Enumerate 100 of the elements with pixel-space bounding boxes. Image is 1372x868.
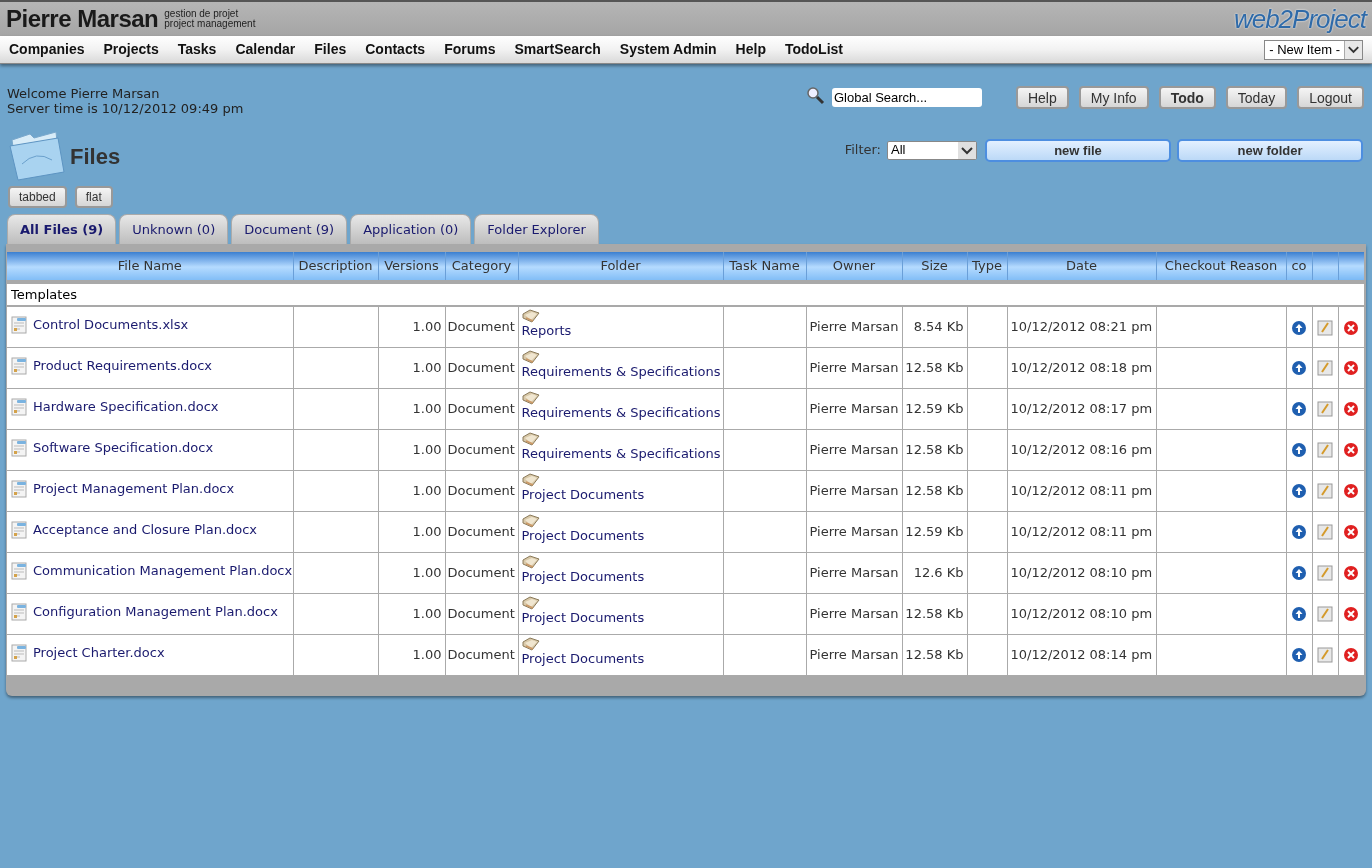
edit-icon[interactable] [1317, 483, 1333, 500]
checkout-icon[interactable] [1291, 401, 1307, 418]
table-cell: 10/12/2012 08:18 pm [1007, 347, 1156, 388]
table-cell: 10/12/2012 08:10 pm [1007, 593, 1156, 634]
delete-icon[interactable] [1343, 360, 1360, 377]
edit-icon[interactable] [1317, 647, 1333, 664]
file-link[interactable]: Communication Management Plan.docx [33, 560, 293, 581]
tab[interactable]: All Files (9) [7, 214, 117, 244]
nav-link[interactable]: Contacts [365, 39, 426, 60]
table-cell: Pierre Marsan [806, 593, 902, 634]
table-cell: Document [445, 388, 518, 429]
nav-link[interactable]: Companies [9, 39, 85, 60]
table-cell: Pierre Marsan [806, 552, 902, 593]
delete-icon[interactable] [1343, 442, 1360, 459]
nav-link[interactable]: Files [314, 39, 347, 60]
folder-link[interactable]: Reports [521, 323, 572, 339]
table-cell: 10/12/2012 08:16 pm [1007, 429, 1156, 470]
table-cell: Document [445, 552, 518, 593]
nav-link[interactable]: Projects [103, 39, 159, 60]
checkout-icon[interactable] [1291, 606, 1307, 623]
table-cell: Document [445, 470, 518, 511]
table-cell: 12.58 Kb [902, 470, 967, 511]
nav-link[interactable]: TodoList [784, 39, 843, 60]
edit-icon[interactable] [1317, 401, 1333, 418]
document-icon [11, 397, 27, 416]
delete-icon[interactable] [1343, 565, 1360, 582]
edit-icon[interactable] [1317, 606, 1333, 623]
nav-link[interactable]: SmartSearch [514, 39, 601, 60]
table-cell: 10/12/2012 08:10 pm [1007, 552, 1156, 593]
new-item-select[interactable]: - New Item - [1264, 39, 1363, 60]
header-button[interactable]: Logout [1297, 86, 1364, 109]
logo: web2Project [1233, 6, 1366, 32]
file-link[interactable]: Software Specification.docx [33, 437, 214, 458]
document-icon [11, 561, 27, 580]
header-button[interactable]: Todo [1158, 86, 1216, 109]
table-cell: 12.58 Kb [902, 347, 967, 388]
tab[interactable]: Document (9) [231, 214, 348, 244]
file-link[interactable]: Control Documents.xlsx [33, 315, 189, 335]
file-link[interactable]: Project Management Plan.docx [33, 478, 235, 499]
tab[interactable]: Folder Explorer [474, 214, 599, 244]
delete-icon[interactable] [1343, 401, 1360, 418]
header-button[interactable]: Today [1225, 86, 1288, 109]
edit-icon[interactable] [1317, 565, 1333, 582]
checkout-icon[interactable] [1291, 442, 1307, 459]
table-cell: Pierre Marsan [806, 429, 902, 470]
folder-link[interactable]: Project Documents [521, 527, 645, 544]
delete-icon[interactable] [1343, 524, 1360, 541]
folder-link[interactable]: Project Documents [521, 650, 645, 667]
header-button[interactable]: My Info [1078, 86, 1149, 109]
server-time: Server time is 10/12/2012 09:49 pm [7, 101, 244, 116]
nav-link[interactable]: Tasks [177, 39, 217, 60]
tab[interactable]: Application (0) [350, 214, 472, 244]
filter-select[interactable]: All [887, 140, 977, 160]
delete-icon[interactable] [1343, 647, 1360, 664]
tab[interactable]: Unknown (0) [119, 214, 229, 244]
page-title: Files [70, 142, 121, 171]
delete-icon[interactable] [1343, 319, 1360, 336]
edit-icon[interactable] [1317, 524, 1333, 541]
delete-icon[interactable] [1343, 483, 1360, 500]
action-button[interactable]: new file [985, 138, 1171, 162]
view-button[interactable]: tabbed [8, 186, 67, 208]
delete-icon[interactable] [1343, 606, 1360, 623]
nav-link[interactable]: Forums [444, 39, 496, 60]
checkout-icon[interactable] [1291, 524, 1307, 541]
checkout-icon[interactable] [1291, 647, 1307, 664]
folder-link[interactable]: Requirements & Specifications [521, 404, 721, 421]
checkout-icon[interactable] [1291, 360, 1307, 377]
checkout-icon[interactable] [1291, 483, 1307, 500]
folder-link[interactable]: Project Documents [521, 609, 645, 626]
folder-link[interactable]: Requirements & Specifications [521, 445, 721, 462]
document-icon [11, 315, 27, 334]
table-cell: 10/12/2012 08:11 pm [1007, 511, 1156, 552]
folder-link[interactable]: Requirements & Specifications [521, 363, 721, 380]
edit-icon[interactable] [1317, 360, 1333, 377]
search-icon [805, 85, 826, 106]
nav-link[interactable]: System Admin [619, 39, 717, 60]
table-cell: 1.00 [378, 634, 445, 675]
folder-link[interactable]: Project Documents [521, 568, 645, 585]
table-cell: 12.6 Kb [902, 552, 967, 593]
search-field[interactable]: Global Search... [831, 88, 982, 107]
edit-icon[interactable] [1317, 442, 1333, 459]
table-cell: 10/12/2012 08:21 pm [1007, 306, 1156, 347]
folder-icon [521, 472, 540, 487]
file-link[interactable]: Project Charter.docx [33, 642, 165, 663]
action-button[interactable]: new folder [1177, 138, 1363, 162]
table-cell: Document [445, 306, 518, 347]
nav-link[interactable]: Calendar [235, 39, 296, 60]
file-link[interactable]: Product Requirements.docx [33, 355, 213, 376]
file-link[interactable]: Hardware Specification.docx [33, 396, 219, 417]
header-button[interactable]: Help [1015, 86, 1069, 109]
nav-link[interactable]: Help [735, 39, 766, 60]
folder-link[interactable]: Project Documents [521, 486, 645, 503]
folder-icon [521, 595, 540, 610]
checkout-icon[interactable] [1291, 319, 1307, 336]
edit-icon[interactable] [1317, 319, 1333, 336]
view-button[interactable]: flat [74, 186, 113, 208]
checkout-icon[interactable] [1291, 565, 1307, 582]
file-link[interactable]: Configuration Management Plan.docx [33, 601, 278, 622]
file-link[interactable]: Acceptance and Closure Plan.docx [33, 519, 258, 540]
table-cell: Document [445, 593, 518, 634]
